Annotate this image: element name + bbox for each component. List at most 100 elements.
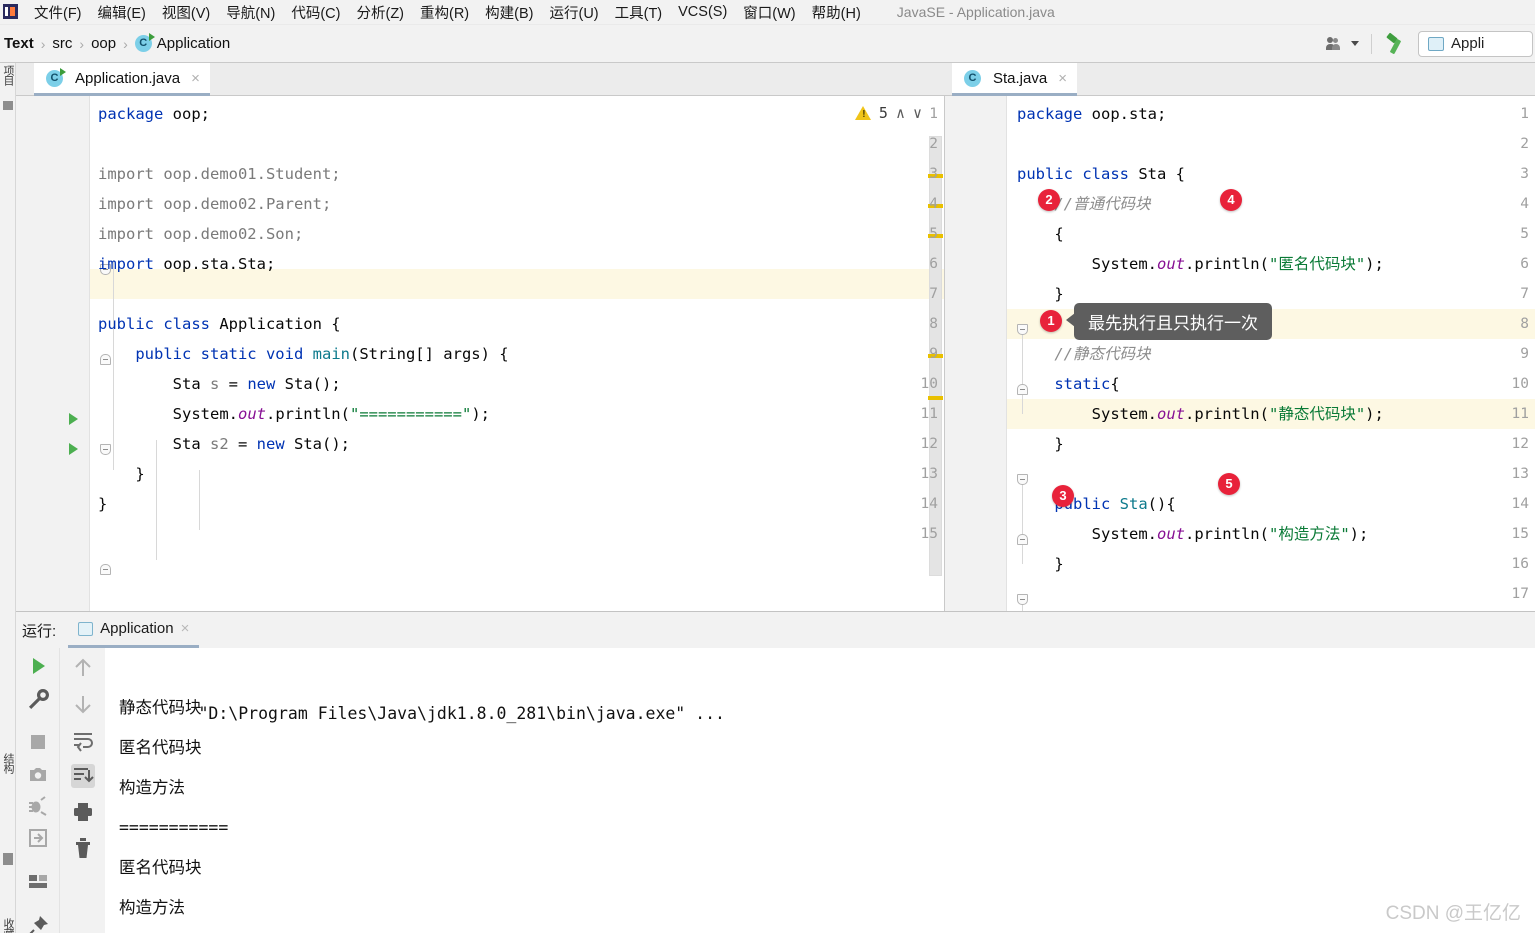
code-token: public class [98,315,210,333]
menu-vcs[interactable]: VCS(S) [670,2,735,22]
console-output[interactable]: "D:\Program Files\Java\jdk1.8.0_281\bin\… [105,648,1535,933]
code-line[interactable]: { [1017,219,1063,249]
run-method-gutter-icon[interactable] [69,443,78,455]
run-configuration-selector[interactable]: Appli [1418,30,1533,57]
bookmarks-icon[interactable] [3,853,13,865]
code-line[interactable]: //普通代码块 [1017,189,1151,219]
watermark: CSDN @王亿亿 [1385,903,1521,924]
line-number: 1 [1520,106,1529,122]
tab-application-java[interactable]: Application.java × [34,63,210,96]
code-token: //普通代码块 [1054,195,1151,213]
tab-sta-java[interactable]: Sta.java × [952,63,1077,96]
code-line[interactable]: static{ [1017,369,1120,399]
java-class-runnable-icon [46,67,66,87]
people-button[interactable] [1326,36,1359,52]
editor-application-java[interactable]: 5 ∧ ∨ 1package oop;23import oop.demo01.S… [16,96,944,611]
fold-marker-icon[interactable] [100,564,111,575]
line-number: 10 [920,376,938,392]
code-line[interactable]: public static void main(String[] args) { [98,339,508,369]
tool-window-favorites[interactable]: 收藏夹 [0,918,16,933]
code-line[interactable]: public class Application { [98,309,341,339]
fold-marker-icon[interactable] [1017,324,1028,335]
menu-run[interactable]: 运行(U) [541,0,606,25]
code-line[interactable]: import oop.demo02.Parent; [98,189,331,219]
menu-code[interactable]: 代码(C) [283,0,348,25]
tool-window-structure[interactable]: 结构 [0,753,16,773]
breadcrumb-item-text[interactable]: Text [4,35,34,52]
print-icon[interactable] [71,800,95,824]
menu-window[interactable]: 窗口(W) [735,0,803,25]
line-number: 12 [920,436,938,452]
code-line[interactable]: } [98,489,107,519]
code-token: { [1110,375,1120,393]
menu-view[interactable]: 视图(V) [154,0,218,25]
menu-analyze[interactable]: 分析(Z) [348,0,412,25]
code-line[interactable]: package oop; [98,99,210,129]
console-line: 构造方法 [119,898,185,917]
structure-icon[interactable] [3,101,13,110]
code-line[interactable]: System.out.println("构造方法"); [1017,519,1369,549]
arrow-down-icon[interactable] [71,692,95,716]
run-tool-window: 运行: Application × "D:\Program Files\Java… [16,611,1535,933]
menu-tools[interactable]: 工具(T) [607,0,671,25]
close-icon[interactable]: × [1058,70,1067,87]
breadcrumb-item-src[interactable]: src [52,35,72,52]
wrench-settings-icon[interactable] [26,686,50,710]
menu-file[interactable]: 文件(F) [26,0,90,25]
scroll-to-end-icon[interactable] [71,764,95,788]
annotation-badge-3: 3 [1052,485,1074,507]
exit-icon[interactable] [26,826,50,850]
run-tab-application[interactable]: Application × [68,612,200,648]
code-line[interactable]: //静态代码块 [1017,339,1151,369]
close-icon[interactable]: × [191,70,200,87]
menu-navigate[interactable]: 导航(N) [218,0,283,25]
code-line[interactable]: import oop.demo01.Student; [98,159,341,189]
arrow-up-icon[interactable] [71,656,95,680]
code-line[interactable]: System.out.println("静态代码块"); [1017,399,1384,429]
trash-icon[interactable] [71,836,95,860]
code-line[interactable]: Sta s = new Sta(); [98,369,341,399]
code-line[interactable]: public Sta(){ [1017,489,1175,519]
people-icon [1326,36,1346,52]
code-line[interactable]: System.out.println("==========="); [98,399,490,429]
code-line[interactable]: import oop.demo02.Son; [98,219,303,249]
code-line[interactable]: } [1017,549,1063,579]
code-line[interactable]: } [1017,429,1064,459]
stop-icon[interactable] [26,730,50,754]
warning-count: 5 [878,104,888,122]
editor-sta-java[interactable]: 1 package oop.sta; 2 3 public class Sta {4 /… [944,96,1535,611]
code-token: //静态代码块 [1054,345,1151,363]
code-line[interactable]: } [98,459,144,489]
code-line[interactable]: package oop.sta; [1017,99,1166,129]
code-line[interactable]: public class Sta { [1017,159,1185,189]
rerun-play-icon[interactable] [26,654,50,678]
code-token: static [1054,375,1111,393]
code-token: Sta(); [275,375,341,393]
breadcrumb-item-application[interactable]: Application [157,35,230,52]
fold-marker-icon[interactable] [1017,474,1028,485]
code-token: } [1017,435,1064,453]
code-line[interactable]: Sta s2 = new Sta(); [98,429,350,459]
dump-threads-icon[interactable] [26,794,50,818]
code-token: Sta { [1128,165,1185,183]
fold-marker-icon[interactable] [1017,594,1028,605]
menu-refactor[interactable]: 重构(R) [412,0,477,25]
menu-edit[interactable]: 编辑(E) [90,0,154,25]
breadcrumb-item-oop[interactable]: oop [91,35,116,52]
code-line[interactable]: import oop.sta.Sta; [98,249,275,279]
pin-icon[interactable] [26,914,50,933]
soft-wrap-icon[interactable] [71,728,95,752]
navbar-actions: Appli [1326,30,1535,57]
run-class-gutter-icon[interactable] [69,413,78,425]
code-line[interactable]: } [1017,279,1063,309]
close-icon[interactable]: × [181,620,190,637]
camera-snapshot-icon[interactable] [26,762,50,786]
tool-window-project[interactable]: 项目 [0,65,16,85]
hammer-build-icon[interactable] [1384,32,1406,55]
menu-build[interactable]: 构建(B) [477,0,541,25]
console-line: 构造方法 [119,778,185,797]
layout-icon[interactable] [26,870,50,894]
menu-help[interactable]: 帮助(H) [804,0,869,25]
code-line[interactable]: System.out.println("匿名代码块"); [1017,249,1384,279]
